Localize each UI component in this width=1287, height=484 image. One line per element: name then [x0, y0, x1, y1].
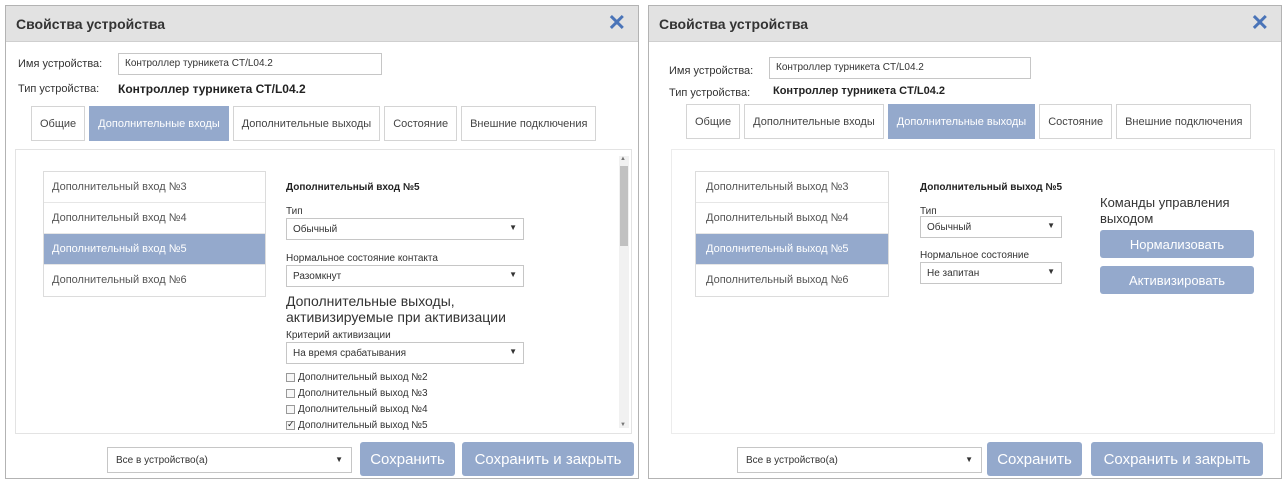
tab-additional-outputs[interactable]: Дополнительные выходы [232, 106, 381, 141]
device-type-value: Контроллер турникета CT/L04.2 [773, 85, 945, 97]
scroll-thumb[interactable] [620, 166, 628, 246]
type-select[interactable]: Обычный ▼ [920, 216, 1062, 238]
tab-additional-inputs[interactable]: Дополнительные входы [744, 104, 884, 139]
save-button[interactable]: Сохранить [360, 442, 455, 476]
tab-content: Дополнительный вход №3 Дополнительный вх… [15, 149, 632, 434]
device-name-input[interactable]: Контроллер турникета CT/L04.2 [118, 53, 382, 75]
output-detail-panel: Дополнительный выход №5 Тип Обычный ▼ Но… [920, 150, 1260, 435]
type-select[interactable]: Обычный ▼ [286, 218, 524, 240]
list-item[interactable]: Дополнительный вход №5 [44, 234, 265, 265]
dialog-title: Свойства устройства [16, 16, 166, 32]
tab-bar: Общие Дополнительные входы Дополнительны… [686, 104, 1255, 139]
list-item[interactable]: Дополнительный вход №3 [44, 172, 265, 203]
chevron-down-icon: ▼ [965, 455, 973, 464]
scroll-down-icon[interactable]: ▼ [620, 422, 626, 428]
list-item[interactable]: Дополнительный выход №4 [696, 203, 888, 234]
chevron-down-icon: ▼ [1047, 221, 1055, 230]
checkbox-label: Дополнительный выход №5 [298, 420, 428, 431]
output-checkbox-3[interactable]: Дополнительный выход №3 [286, 388, 428, 399]
normal-state-label: Нормальное состояние контакта [286, 253, 438, 264]
commands-heading-line1: Команды управления [1100, 195, 1230, 210]
dialog-title: Свойства устройства [659, 16, 809, 32]
normal-state-value: Разомкнут [293, 271, 342, 282]
checkbox[interactable] [286, 389, 295, 398]
tab-general[interactable]: Общие [31, 106, 86, 141]
chevron-down-icon: ▼ [509, 347, 517, 356]
list-item[interactable]: Дополнительный выход №5 [696, 234, 888, 265]
save-and-close-button[interactable]: Сохранить и закрыть [462, 442, 634, 476]
commands-heading-line2: выходом [1100, 211, 1154, 226]
dialog-titlebar: Свойства устройства ✕ [6, 6, 638, 42]
apply-to-value: Все в устройство(а) [116, 455, 208, 466]
chevron-down-icon: ▼ [1047, 267, 1055, 276]
tab-additional-outputs[interactable]: Дополнительные выходы [887, 104, 1036, 139]
tab-state[interactable]: Состояние [1039, 104, 1113, 139]
criterion-value: На время срабатывания [293, 348, 407, 359]
device-type-value: Контроллер турникета CT/L04.2 [118, 82, 306, 96]
chevron-down-icon: ▼ [509, 270, 517, 279]
checkbox[interactable] [286, 373, 295, 382]
close-icon[interactable]: ✕ [608, 10, 626, 36]
dialog-titlebar: Свойства устройства ✕ [649, 6, 1281, 42]
type-select-value: Обычный [927, 222, 972, 233]
apply-to-value: Все в устройство(а) [746, 455, 838, 466]
criterion-select[interactable]: На время срабатывания ▼ [286, 342, 524, 364]
tab-state[interactable]: Состояние [384, 106, 458, 141]
device-properties-dialog-inputs: Свойства устройства ✕ Имя устройства: Ко… [5, 5, 639, 479]
outputs-heading-line2: активизируемые при активизации [286, 309, 506, 325]
tab-bar: Общие Дополнительные входы Дополнительны… [31, 106, 600, 141]
detail-title: Дополнительный выход №5 [920, 182, 1063, 193]
output-checkbox-4[interactable]: Дополнительный выход №4 [286, 404, 428, 415]
scroll-up-icon[interactable]: ▲ [620, 156, 626, 162]
detail-title: Дополнительный вход №5 [286, 182, 420, 193]
save-and-close-button[interactable]: Сохранить и закрыть [1091, 442, 1263, 476]
normalize-button[interactable]: Нормализовать [1100, 230, 1254, 258]
checkbox[interactable] [286, 405, 295, 414]
normal-state-select[interactable]: Не запитан ▼ [920, 262, 1062, 284]
device-type-label: Тип устройства: [669, 87, 751, 99]
normal-state-label: Нормальное состояние [920, 250, 1030, 261]
chevron-down-icon: ▼ [335, 455, 343, 464]
checkbox[interactable] [286, 419, 295, 430]
checkbox-label: Дополнительный выход №3 [298, 388, 428, 399]
apply-to-select[interactable]: Все в устройство(а) ▼ [107, 447, 352, 473]
device-name-label: Имя устройства: [669, 65, 754, 77]
checkbox-label: Дополнительный выход №4 [298, 404, 428, 415]
tab-general[interactable]: Общие [686, 104, 741, 139]
chevron-down-icon: ▼ [509, 223, 517, 232]
output-checkbox-2[interactable]: Дополнительный выход №2 [286, 372, 428, 383]
checkbox-label: Дополнительный выход №2 [298, 372, 428, 383]
activate-button[interactable]: Активизировать [1100, 266, 1254, 294]
type-field-label: Тип [286, 206, 303, 217]
device-properties-dialog-outputs: Свойства устройства ✕ Имя устройства: Ко… [648, 5, 1282, 479]
tab-external-connections[interactable]: Внешние подключения [1116, 104, 1252, 139]
type-select-value: Обычный [293, 224, 338, 235]
apply-to-select[interactable]: Все в устройство(а) ▼ [737, 447, 982, 473]
output-checkbox-5[interactable]: Дополнительный выход №5 [286, 419, 428, 431]
input-detail-panel: Дополнительный вход №5 Тип Обычный ▼ Нор… [286, 150, 616, 435]
criterion-label: Критерий активизации [286, 330, 391, 341]
inputs-list: Дополнительный вход №3 Дополнительный вх… [43, 171, 266, 297]
tab-external-connections[interactable]: Внешние подключения [461, 106, 597, 141]
normal-state-select[interactable]: Разомкнут ▼ [286, 265, 524, 287]
tab-content: Дополнительный выход №3 Дополнительный в… [671, 149, 1275, 434]
list-item[interactable]: Дополнительный вход №4 [44, 203, 265, 234]
save-button[interactable]: Сохранить [987, 442, 1082, 476]
device-type-label: Тип устройства: [18, 83, 100, 95]
list-item[interactable]: Дополнительный выход №3 [696, 172, 888, 203]
device-name-label: Имя устройства: [18, 58, 103, 70]
tab-additional-inputs[interactable]: Дополнительные входы [89, 106, 229, 141]
outputs-heading-line1: Дополнительные выходы, [286, 293, 455, 309]
list-item[interactable]: Дополнительный выход №6 [696, 265, 888, 296]
close-icon[interactable]: ✕ [1251, 10, 1269, 36]
list-item[interactable]: Дополнительный вход №6 [44, 265, 265, 296]
device-name-input[interactable]: Контроллер турникета CT/L04.2 [769, 57, 1031, 79]
normal-state-value: Не запитан [927, 268, 980, 279]
scrollbar[interactable]: ▲ ▼ [619, 156, 629, 428]
outputs-list: Дополнительный выход №3 Дополнительный в… [695, 171, 889, 297]
